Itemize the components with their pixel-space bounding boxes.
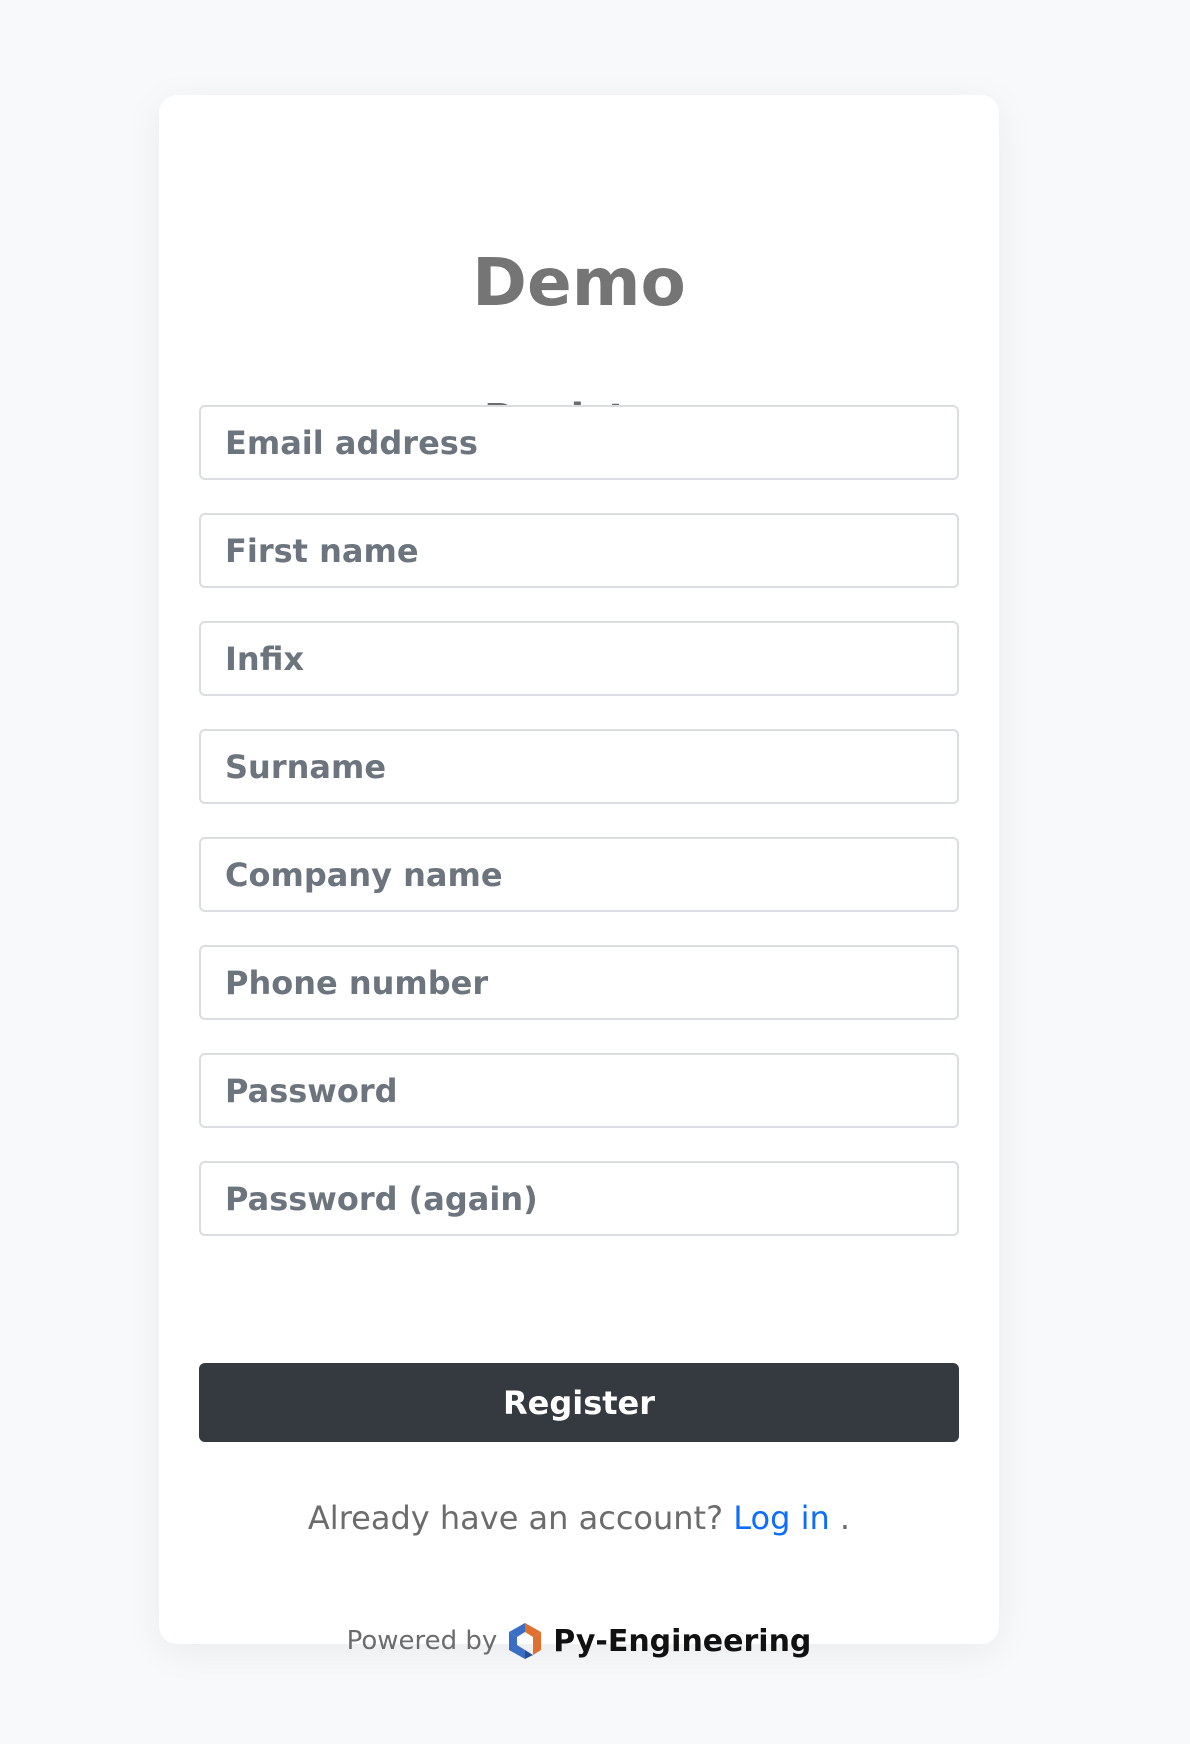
register-button[interactable]: Register [199,1363,959,1442]
password-field[interactable] [199,1053,959,1128]
powered-by-label: Powered by [346,1626,498,1656]
login-prompt-text: Already have an account? [307,1499,724,1537]
first-name-field[interactable] [199,513,959,588]
powered-by-footer: Powered by Py-Engineering [159,1621,999,1661]
register-card: Demo Register Register Already have an a… [159,95,999,1659]
brand-name: Py-Engineering [553,1623,812,1659]
login-link[interactable]: Log in [733,1499,830,1537]
infix-field[interactable] [199,621,959,696]
py-engineering-logo-icon [507,1621,543,1661]
login-prompt-suffix: . [839,1499,851,1537]
app-title: Demo [472,244,686,321]
email-field[interactable] [199,405,959,480]
password-again-field[interactable] [199,1161,959,1236]
surname-field[interactable] [199,729,959,804]
company-name-field[interactable] [199,837,959,912]
phone-number-field[interactable] [199,945,959,1020]
login-prompt: Already have an account? Log in . [159,1495,999,1541]
